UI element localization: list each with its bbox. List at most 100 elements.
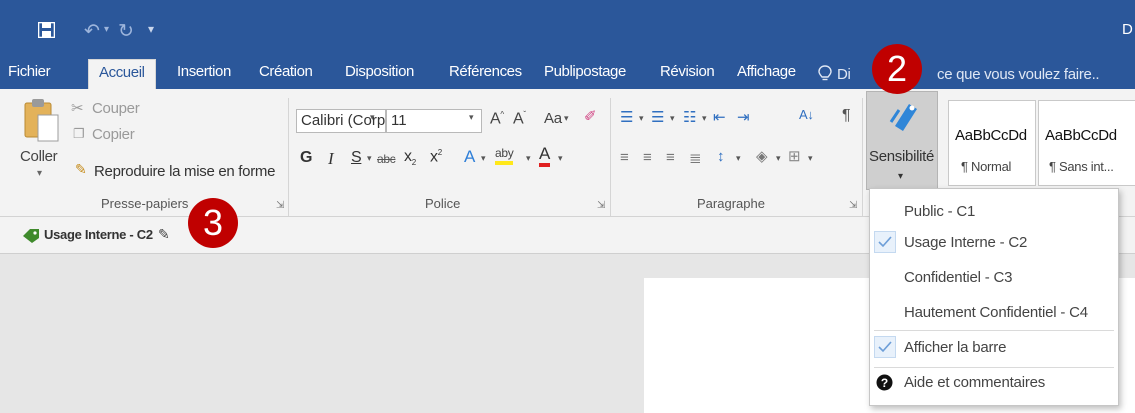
tell-me-text-end[interactable]: ce que vous voulez faire.. <box>937 66 1100 83</box>
borders-icon[interactable]: ⊞ <box>788 147 801 165</box>
tab-disposition[interactable]: Disposition <box>345 63 414 80</box>
sensitivity-label: Sensibilité <box>869 148 935 165</box>
title-bar: ↶ ▾ ↻ ▾ D <box>0 0 1135 57</box>
save-icon[interactable] <box>38 22 55 38</box>
menu-item-aide-et-commentaires[interactable]: Aide et commentaires <box>904 374 1045 391</box>
numbering-dropdown-icon[interactable]: ▾ <box>670 113 675 124</box>
checkmark-icon <box>878 236 892 248</box>
redo-icon[interactable]: ↻ <box>118 20 134 43</box>
word-window: ↶ ▾ ↻ ▾ D Fichier Accueil Insertion Créa… <box>0 0 1135 413</box>
tab-fichier[interactable]: Fichier <box>8 63 51 80</box>
shading-icon[interactable]: ◈ <box>756 147 768 165</box>
decrease-indent-icon[interactable]: ⇤ <box>713 108 726 126</box>
subscript-button[interactable]: x2 <box>404 148 416 167</box>
font-color-dropdown-icon[interactable]: ▾ <box>558 153 563 164</box>
tab-references[interactable]: Références <box>449 63 522 80</box>
paragraph-launcher-icon[interactable]: ⇲ <box>849 200 857 211</box>
sensitivity-dropdown-icon: ▾ <box>898 171 903 182</box>
menu-separator <box>874 367 1114 368</box>
menu-item-public-c1[interactable]: Public - C1 <box>904 203 975 220</box>
justify-icon[interactable]: ≣ <box>689 149 702 167</box>
superscript-label: x <box>430 148 438 166</box>
style-no-spacing[interactable]: AaBbCcDd ¶ Sans int... <box>1038 100 1135 186</box>
line-spacing-dropdown-icon[interactable]: ▾ <box>736 153 741 164</box>
increase-indent-icon[interactable]: ⇥ <box>737 108 750 126</box>
tab-affichage[interactable]: Affichage <box>737 63 796 80</box>
font-color-button[interactable]: A <box>539 145 550 167</box>
clear-formatting-icon[interactable]: ✐ <box>584 107 597 125</box>
style-normal-name: ¶ Normal <box>961 159 1012 174</box>
paste-dropdown-icon[interactable]: ▾ <box>37 168 42 179</box>
tab-accueil[interactable]: Accueil <box>88 59 156 91</box>
strikethrough-button[interactable]: abc <box>377 152 396 166</box>
tab-insertion[interactable]: Insertion <box>177 63 231 80</box>
sensitivity-label-icon <box>889 104 917 131</box>
menu-item-afficher-la-barre[interactable]: Afficher la barre <box>904 339 1006 356</box>
grow-font-icon[interactable]: A^ <box>490 110 504 128</box>
subscript-label: x <box>404 148 412 165</box>
copy-label[interactable]: Copier <box>92 126 135 143</box>
copy-icon[interactable]: ❐ <box>73 126 85 142</box>
scissors-icon[interactable]: ✂ <box>71 99 84 117</box>
sensitivity-button[interactable]: Sensibilité ▾ <box>866 91 938 190</box>
font-size-dropdown-icon[interactable]: ▾ <box>469 112 474 123</box>
sensitivity-menu: Public - C1 Usage Interne - C2 Confident… <box>869 188 1119 406</box>
font-name-dropdown-icon[interactable]: ▾ <box>370 112 375 123</box>
highlight-dropdown-icon[interactable]: ▾ <box>526 153 531 164</box>
classification-label[interactable]: Usage Interne - C2 <box>44 227 153 242</box>
customize-qat-icon[interactable]: ▾ <box>148 22 154 36</box>
bold-button[interactable]: G <box>300 149 312 167</box>
menu-item-usage-interne-c2[interactable]: Usage Interne - C2 <box>904 234 1027 251</box>
tab-publipostage[interactable]: Publipostage <box>544 63 626 80</box>
align-right-icon[interactable]: ≡ <box>666 149 675 166</box>
bullets-dropdown-icon[interactable]: ▾ <box>639 113 644 124</box>
borders-dropdown-icon[interactable]: ▾ <box>808 153 813 164</box>
undo-dropdown-icon[interactable]: ▾ <box>104 24 109 35</box>
style-normal[interactable]: AaBbCcDd ¶ Normal <box>948 100 1036 186</box>
align-left-icon[interactable]: ≡ <box>620 149 629 166</box>
style-normal-preview: AaBbCcDd <box>955 127 1027 144</box>
underline-dropdown-icon[interactable]: ▾ <box>367 153 372 164</box>
bullets-icon[interactable]: ☰ <box>620 108 633 126</box>
font-size-combo[interactable]: 11 <box>386 109 482 133</box>
paste-icon[interactable] <box>22 97 62 145</box>
font-launcher-icon[interactable]: ⇲ <box>597 200 605 211</box>
checked-indicator <box>874 336 896 358</box>
tab-revision[interactable]: Révision <box>660 63 715 80</box>
tag-icon <box>23 229 39 243</box>
multilevel-list-icon[interactable]: ☷ <box>683 108 696 126</box>
underline-button[interactable]: S <box>351 149 362 167</box>
tab-creation[interactable]: Création <box>259 63 313 80</box>
align-center-icon[interactable]: ≡ <box>643 149 652 166</box>
highlight-button[interactable]: aby <box>495 146 514 165</box>
group-divider <box>288 98 289 216</box>
paste-label[interactable]: Coller <box>20 148 58 165</box>
clipboard-launcher-icon[interactable]: ⇲ <box>276 200 284 211</box>
superscript-button[interactable]: x2 <box>430 148 442 166</box>
cut-label[interactable]: Couper <box>92 100 140 117</box>
checkmark-icon <box>878 341 892 353</box>
change-case-dropdown-icon[interactable]: ▾ <box>564 113 569 124</box>
edit-label-icon[interactable]: ✎ <box>158 226 170 243</box>
numbering-icon[interactable]: ☰ <box>651 108 664 126</box>
change-case-button[interactable]: Aa <box>544 110 562 127</box>
show-formatting-marks-icon[interactable]: ¶ <box>842 107 851 125</box>
format-painter-label[interactable]: Reproduire la mise en forme <box>94 163 275 180</box>
format-painter-icon[interactable]: ✎ <box>75 161 87 178</box>
italic-button[interactable]: I <box>328 149 334 169</box>
shrink-font-icon[interactable]: Aˇ <box>513 110 526 128</box>
tell-me-text-start[interactable]: Di <box>837 66 851 83</box>
undo-icon[interactable]: ↶ <box>84 20 100 43</box>
line-spacing-icon[interactable]: ↕ <box>717 148 725 165</box>
shading-dropdown-icon[interactable]: ▾ <box>776 153 781 164</box>
menu-separator <box>874 330 1114 331</box>
multilevel-dropdown-icon[interactable]: ▾ <box>702 113 707 124</box>
menu-item-confidentiel-c3[interactable]: Confidentiel - C3 <box>904 269 1013 286</box>
text-effects-dropdown-icon[interactable]: ▾ <box>481 153 486 164</box>
menu-item-hautement-confidentiel-c4[interactable]: Hautement Confidentiel - C4 <box>904 304 1088 321</box>
text-effects-icon[interactable]: A <box>464 147 475 167</box>
style-no-spacing-name: ¶ Sans int... <box>1049 159 1114 174</box>
font-group-label: Police <box>425 196 461 211</box>
paragraph-group-label: Paragraphe <box>697 196 765 211</box>
sort-icon[interactable]: A↓ <box>799 107 814 122</box>
